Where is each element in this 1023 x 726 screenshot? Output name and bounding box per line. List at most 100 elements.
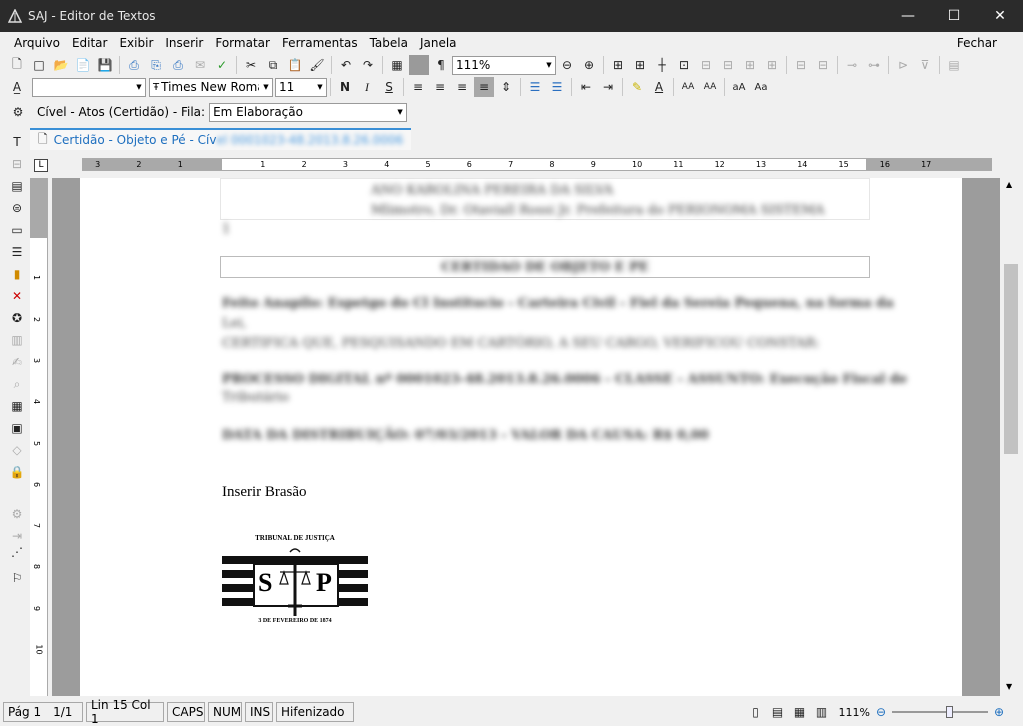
text-field-icon[interactable]: T (7, 132, 27, 152)
italic-icon[interactable]: I (357, 77, 377, 97)
link-icon[interactable]: ⊸ (842, 55, 862, 75)
table-grid-icon[interactable]: ⊞ (608, 55, 628, 75)
zoom-in-button[interactable]: ⊕ (989, 702, 1009, 722)
seal-icon[interactable]: ✪ (7, 308, 27, 328)
tag-icon[interactable]: ◇ (7, 440, 27, 460)
style-icon[interactable]: A̲ (7, 77, 27, 97)
scroll-down-icon[interactable]: ▼ (1006, 682, 1012, 691)
increase-indent-icon[interactable]: ⇥ (598, 77, 618, 97)
spellcheck-icon[interactable]: ✓ (212, 55, 232, 75)
minimize-button[interactable]: — (885, 0, 931, 32)
save-icon[interactable]: 💾 (95, 55, 115, 75)
delete-column-icon[interactable]: ⊟ (813, 55, 833, 75)
underline-icon[interactable]: S (379, 77, 399, 97)
insert-table-icon[interactable]: ⊞ (630, 55, 650, 75)
flag-doc-icon[interactable]: ▮ (7, 264, 27, 284)
menu-formatar[interactable]: Formatar (209, 36, 276, 50)
list-doc-icon[interactable]: ☰ (7, 242, 27, 262)
email-icon[interactable]: ✉ (190, 55, 210, 75)
assistant-icon[interactable]: ⚙ (7, 504, 27, 524)
filter-icon[interactable]: ⊽ (915, 55, 935, 75)
open-folder-icon[interactable]: 📂 (51, 55, 71, 75)
document-page[interactable]: ANO KAROLINA PEREIRA DA SILVA Mlimotro, … (80, 178, 962, 696)
undo-icon[interactable]: ↶ (336, 55, 356, 75)
share-icon[interactable]: ⋰ (7, 542, 27, 562)
split-cells-icon[interactable]: ⊟ (696, 55, 716, 75)
align-center-icon[interactable]: ≡ (430, 77, 450, 97)
numbered-list-icon[interactable]: ☰ (547, 77, 567, 97)
delete-row-icon[interactable]: ⊟ (791, 55, 811, 75)
format-painter-icon[interactable]: 🖌 (307, 55, 327, 75)
copy-icon[interactable]: ⧉ (263, 55, 283, 75)
size-select[interactable]: 11 ▼ (275, 77, 327, 97)
zoom-slider-thumb[interactable] (946, 706, 953, 718)
zoom-select[interactable]: 111% ▼ (452, 55, 556, 75)
menu-exibir[interactable]: Exibir (113, 36, 159, 50)
decrease-indent-icon[interactable]: ⇤ (576, 77, 596, 97)
tree-icon[interactable]: ⊶ (864, 55, 884, 75)
grow-font-icon[interactable]: AA (678, 77, 698, 97)
template-icon[interactable]: ▣ (7, 418, 27, 438)
font-color-icon[interactable]: A (649, 77, 669, 97)
cross-icon[interactable]: ┼ (652, 55, 672, 75)
bullet-list-icon[interactable]: ☰ (525, 77, 545, 97)
scroll-up-icon[interactable]: ▲ (1006, 180, 1012, 189)
zoom-slider[interactable] (892, 705, 988, 719)
maximize-button[interactable]: ☐ (931, 0, 977, 32)
justify-icon[interactable]: ≡ (474, 77, 494, 97)
align-left-icon[interactable]: ≡ (408, 77, 428, 97)
insert-row-icon[interactable]: ⊞ (762, 55, 782, 75)
zoom-in-icon[interactable]: ⊕ (579, 55, 599, 75)
options-icon[interactable]: ▤ (944, 55, 964, 75)
menu-inserir[interactable]: Inserir (159, 36, 209, 50)
bold-icon[interactable]: N (335, 77, 355, 97)
outline-view-icon[interactable]: ▦ (790, 702, 810, 722)
insert-field-icon[interactable]: ▤ (7, 176, 27, 196)
print-setup-icon[interactable]: ⎙ (168, 55, 188, 75)
font-select[interactable]: Ŧ Times New Roman ▼ (149, 77, 273, 97)
vertical-ruler[interactable]: 1 2 3 4 5 6 7 8 9 10 (30, 178, 48, 696)
web-view-icon[interactable]: ▤ (768, 702, 788, 722)
vertical-scrollbar[interactable]: ▲ ▼ (1000, 178, 1023, 696)
shrink-font-icon[interactable]: AA (700, 77, 720, 97)
change-case-icon[interactable]: Aa (751, 77, 771, 97)
remove-field-icon[interactable]: ✕ (7, 286, 27, 306)
menu-janela[interactable]: Janela (414, 36, 463, 50)
style-select[interactable]: ▼ (32, 77, 146, 97)
print-icon[interactable]: ⎙ (124, 55, 144, 75)
calendar-icon[interactable]: ▦ (7, 396, 27, 416)
line-spacing-icon[interactable]: ⇕ (496, 77, 516, 97)
comment-icon[interactable]: ▭ (7, 220, 27, 240)
zoom-out-icon[interactable]: ⊖ (557, 55, 577, 75)
field-icon[interactable]: ⊳ (893, 55, 913, 75)
grid-toggle-icon[interactable] (409, 55, 429, 75)
align-right-icon[interactable]: ≡ (452, 77, 472, 97)
show-formatting-icon[interactable]: ¶ (431, 55, 451, 75)
search-doc-icon[interactable]: ⌕ (7, 374, 27, 394)
case-icon[interactable]: aA (729, 77, 749, 97)
horizontal-ruler[interactable]: 3 2 1 1 2 3 4 5 6 7 8 9 10 11 12 13 14 15 16 17 (82, 158, 992, 171)
scroll-thumb[interactable] (1004, 264, 1018, 454)
open-recent-icon[interactable]: 📄 (73, 55, 93, 75)
menu-ferramentas[interactable]: Ferramentas (276, 36, 364, 50)
merge-cells-icon[interactable]: ⊟ (718, 55, 738, 75)
model-icon[interactable]: ⊜ (7, 198, 27, 218)
menu-editar[interactable]: Editar (66, 36, 114, 50)
cell-icon[interactable]: ⊡ (674, 55, 694, 75)
redo-icon[interactable]: ↷ (358, 55, 378, 75)
page-view-icon[interactable]: ▯ (746, 702, 766, 722)
tab-certidao[interactable]: 🗋 Certidão - Objeto e Pé - Cív el 000102… (30, 128, 412, 150)
process-icon[interactable]: ⚙ (8, 102, 28, 122)
new-document-icon[interactable]: □ (29, 55, 49, 75)
paste-icon[interactable]: 📋 (285, 55, 305, 75)
lock-icon[interactable]: 🔒 (7, 462, 27, 482)
highlight-icon[interactable]: ✎ (627, 77, 647, 97)
table-icon[interactable]: ▦ (387, 55, 407, 75)
columns-icon[interactable]: ▥ (7, 330, 27, 350)
print-preview-icon[interactable]: ⎘ (146, 55, 166, 75)
close-button[interactable]: ✕ (977, 0, 1023, 32)
stamp-icon[interactable]: ⊟ (7, 154, 27, 174)
read-view-icon[interactable]: ▥ (812, 702, 832, 722)
format-brush-icon[interactable]: ⚐ (7, 568, 27, 588)
new-from-template-icon[interactable]: 🗋 (7, 55, 27, 75)
